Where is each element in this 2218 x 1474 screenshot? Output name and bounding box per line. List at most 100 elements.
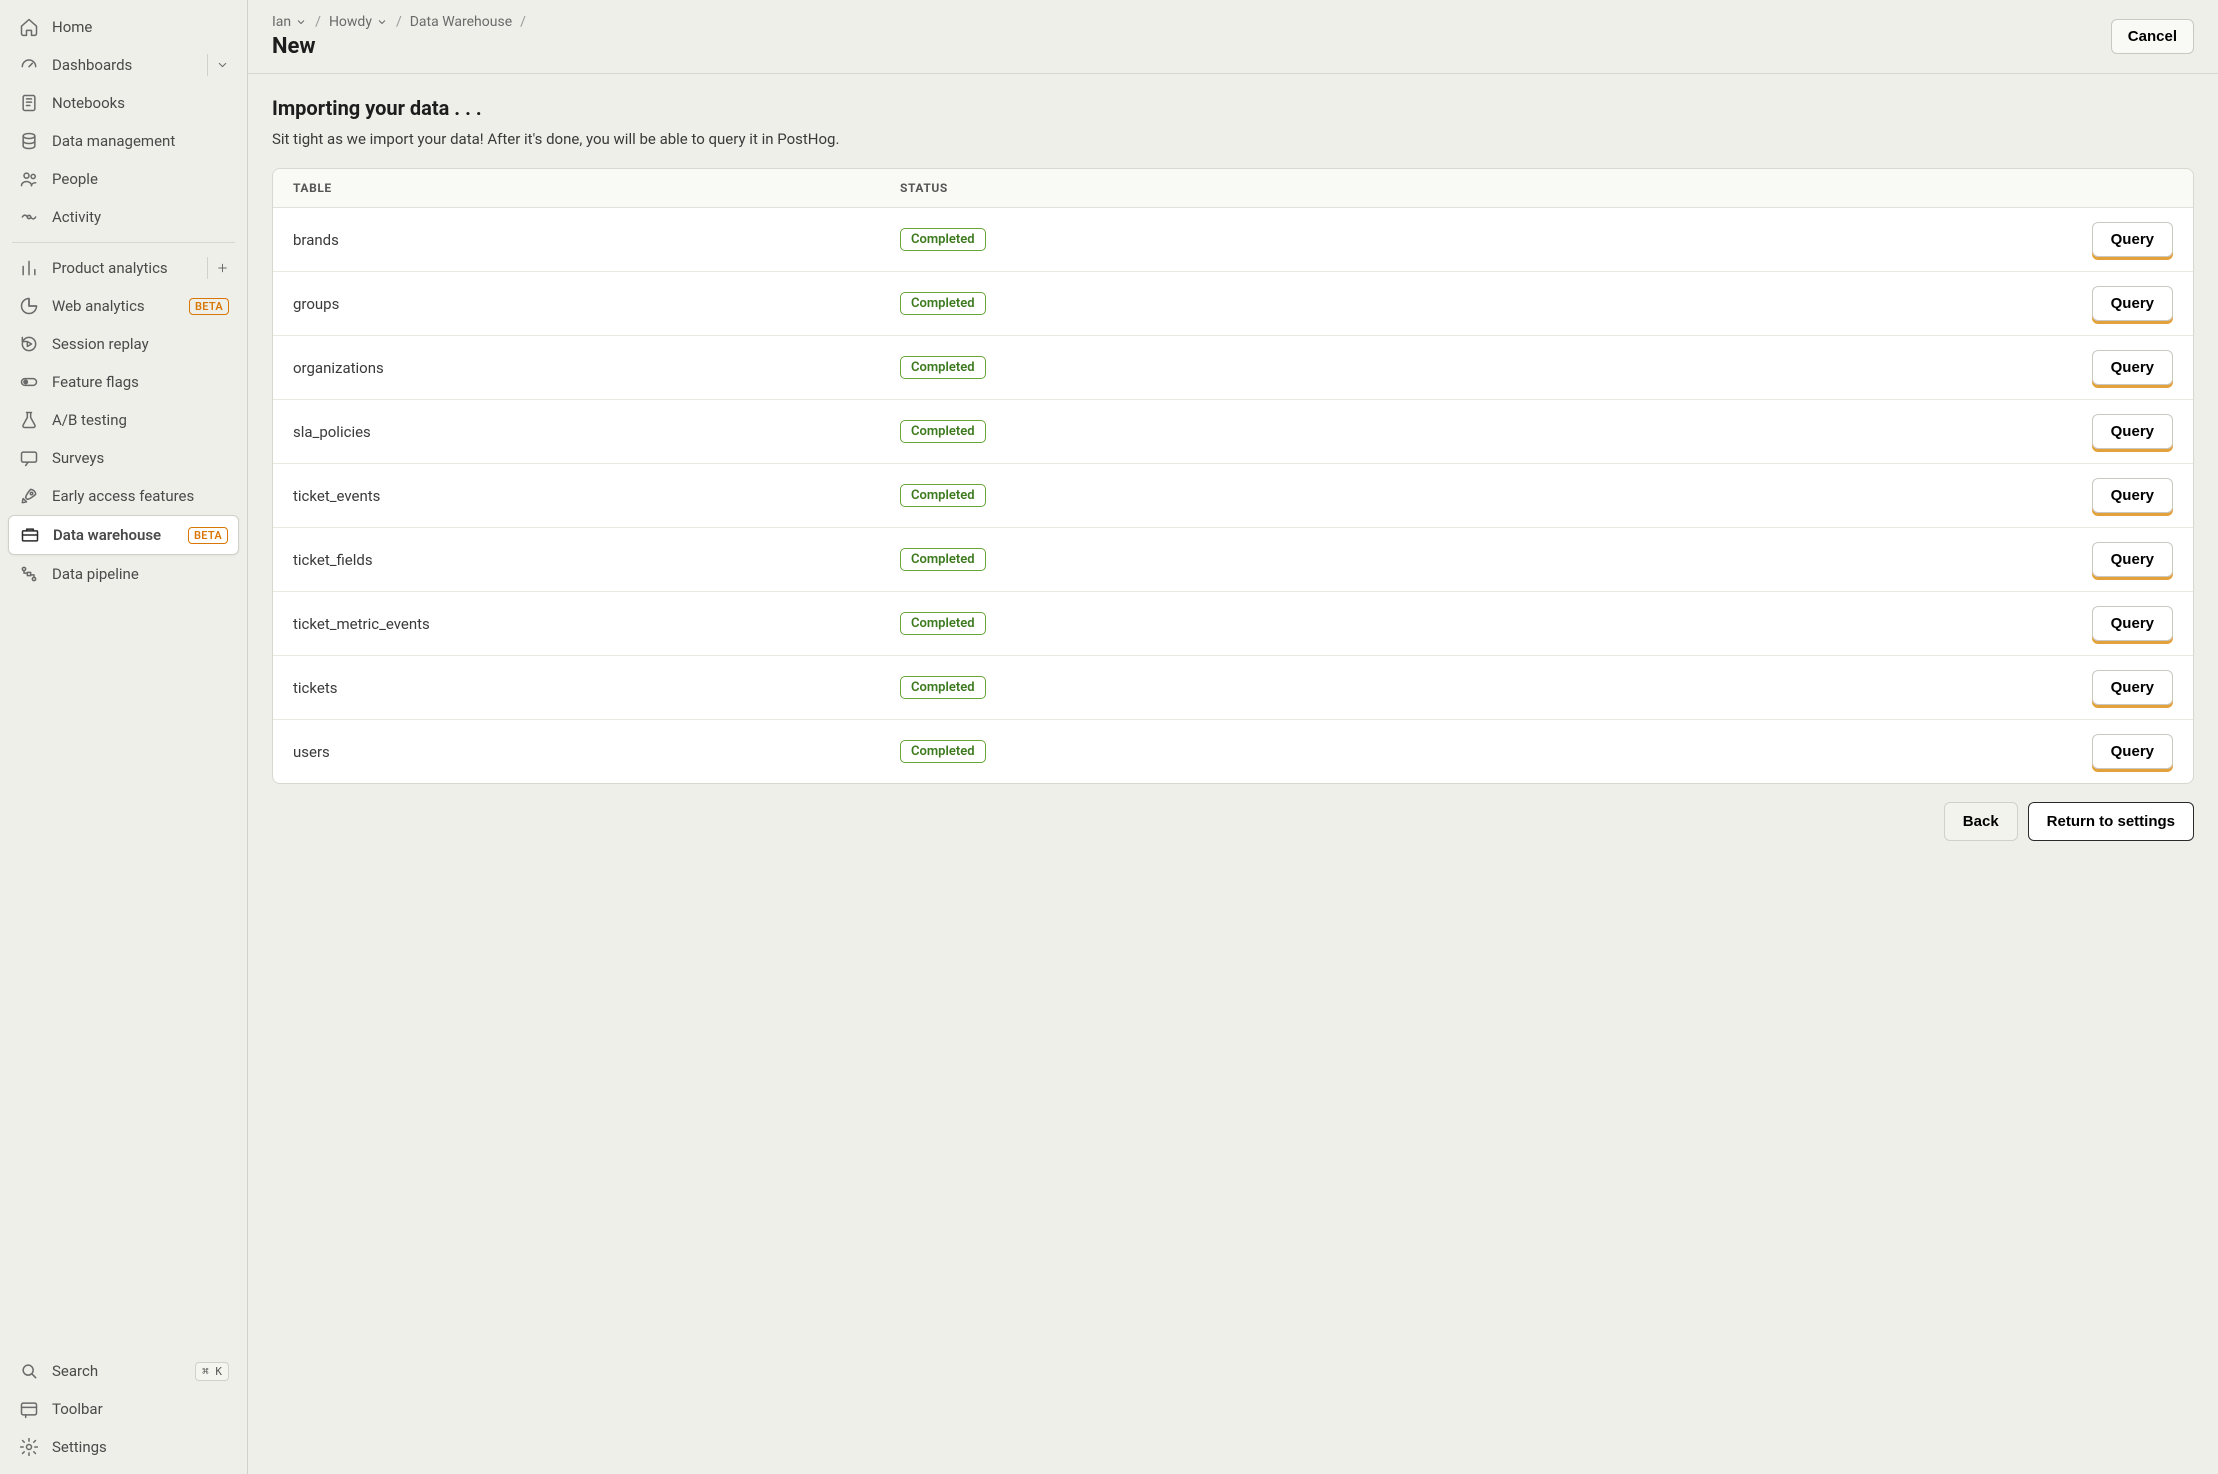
sidebar-item-label: Early access features [52, 487, 229, 505]
table-name-cell: ticket_events [293, 487, 900, 505]
sidebar-item-settings[interactable]: Settings [8, 1428, 239, 1466]
nav-divider [12, 242, 235, 243]
table-status-cell: Completed [900, 484, 1100, 507]
sidebar-item-label: Data warehouse [53, 526, 176, 544]
breadcrumb-item[interactable]: Ian [272, 14, 307, 30]
gear-icon [18, 1436, 40, 1458]
table-row: brandsCompletedQuery [273, 208, 2193, 272]
people-icon [18, 168, 40, 190]
main-area: Ian/Howdy/Data Warehouse/ New Cancel Imp… [248, 0, 2218, 1474]
query-button[interactable]: Query [2092, 542, 2173, 577]
sidebar-item-label: Feature flags [52, 373, 229, 391]
import-subtext: Sit tight as we import your data! After … [272, 130, 2194, 148]
sidebar-item-label: People [52, 170, 229, 188]
table-name-cell: users [293, 743, 900, 761]
table-name-cell: ticket_fields [293, 551, 900, 569]
breadcrumb-item[interactable]: Data Warehouse [410, 14, 512, 30]
query-button[interactable]: Query [2092, 286, 2173, 321]
sidebar-item-toolbar[interactable]: Toolbar [8, 1390, 239, 1428]
breadcrumb-separator: / [315, 14, 321, 30]
table-name-cell: organizations [293, 359, 900, 377]
sidebar-item-data-management[interactable]: Data management [8, 122, 239, 160]
table-status-cell: Completed [900, 420, 1100, 443]
status-badge: Completed [900, 356, 986, 379]
sidebar-item-surveys[interactable]: Surveys [8, 439, 239, 477]
sidebar-item-dashboards[interactable]: Dashboards [8, 46, 239, 84]
home-icon [18, 16, 40, 38]
sidebar-item-label: Toolbar [52, 1400, 229, 1418]
chevron-down-icon[interactable] [207, 54, 229, 76]
table-status-cell: Completed [900, 548, 1100, 571]
query-button[interactable]: Query [2092, 350, 2173, 385]
cancel-button[interactable]: Cancel [2111, 19, 2194, 54]
back-button[interactable]: Back [1944, 802, 2018, 841]
footer-actions: Back Return to settings [272, 802, 2194, 861]
sidebar-item-label: Search [52, 1362, 183, 1380]
sidebar: Home Dashboards Notebooks Data management Pe… [0, 0, 248, 1474]
sidebar-item-product-analytics[interactable]: Product analytics [8, 249, 239, 287]
sidebar-item-label: Activity [52, 208, 229, 226]
table-status-cell: Completed [900, 740, 1100, 763]
sidebar-item-early-access-features[interactable]: Early access features [8, 477, 239, 515]
toolbar-icon [18, 1398, 40, 1420]
return-to-settings-button[interactable]: Return to settings [2028, 802, 2194, 841]
chevron-down-icon [295, 16, 307, 28]
breadcrumb-separator: / [520, 14, 526, 30]
warehouse-icon [19, 524, 41, 546]
status-badge: Completed [900, 420, 986, 443]
pie-icon [18, 295, 40, 317]
query-button[interactable]: Query [2092, 414, 2173, 449]
table-row: groupsCompleted Query [273, 272, 2193, 336]
table-row: sla_policiesCompleted Query [273, 400, 2193, 464]
sidebar-item-people[interactable]: People [8, 160, 239, 198]
table-row: ticket_eventsCompleted Query [273, 464, 2193, 528]
table-name-cell: groups [293, 295, 900, 313]
table-status-cell: Completed [900, 292, 1100, 315]
sidebar-item-home[interactable]: Home [8, 8, 239, 46]
chat-icon [18, 447, 40, 469]
import-heading: Importing your data . . . [272, 96, 2194, 120]
status-badge: Completed [900, 548, 986, 571]
table-name-cell: ticket_metric_events [293, 615, 900, 633]
sidebar-item-label: Settings [52, 1438, 229, 1456]
status-badge: Completed [900, 612, 986, 635]
sidebar-item-a-b-testing[interactable]: A/B testing [8, 401, 239, 439]
sidebar-item-activity[interactable]: Activity [8, 198, 239, 236]
chevron-down-icon [376, 16, 388, 28]
sidebar-item-label: A/B testing [52, 411, 229, 429]
plus-icon[interactable] [207, 257, 229, 279]
import-table: TABLE STATUS brandsCompletedQuerygroupsC… [272, 168, 2194, 784]
query-button[interactable]: Query [2092, 222, 2173, 257]
status-badge: Completed [900, 740, 986, 763]
bars-icon [18, 257, 40, 279]
sidebar-item-label: Notebooks [52, 94, 229, 112]
status-badge: Completed [900, 228, 986, 251]
sidebar-item-label: Home [52, 18, 229, 36]
query-button[interactable]: Query [2092, 734, 2173, 769]
sidebar-item-notebooks[interactable]: Notebooks [8, 84, 239, 122]
query-button[interactable]: Query [2092, 606, 2173, 641]
keyboard-shortcut: ⌘ K [195, 1362, 229, 1381]
sidebar-item-session-replay[interactable]: Session replay [8, 325, 239, 363]
activity-icon [18, 206, 40, 228]
col-header-status: STATUS [900, 181, 1100, 195]
table-name-cell: tickets [293, 679, 900, 697]
breadcrumb: Ian/Howdy/Data Warehouse/ [272, 14, 526, 30]
sidebar-item-label: Session replay [52, 335, 229, 353]
sidebar-item-feature-flags[interactable]: Feature flags [8, 363, 239, 401]
sidebar-item-data-warehouse[interactable]: Data warehouse BETA [8, 515, 239, 555]
sidebar-item-search[interactable]: Search ⌘ K [8, 1352, 239, 1390]
query-button[interactable]: Query [2092, 478, 2173, 513]
table-name-cell: sla_policies [293, 423, 900, 441]
breadcrumb-item[interactable]: Howdy [329, 14, 388, 30]
query-button[interactable]: Query [2092, 670, 2173, 705]
search-icon [18, 1360, 40, 1382]
page-title: New [272, 34, 526, 59]
sidebar-item-web-analytics[interactable]: Web analyticsBETA [8, 287, 239, 325]
table-header: TABLE STATUS [273, 169, 2193, 208]
beta-badge: BETA [188, 527, 228, 544]
sidebar-item-data-pipeline[interactable]: Data pipeline [8, 555, 239, 593]
table-row: ticketsCompletedQuery [273, 656, 2193, 720]
replay-icon [18, 333, 40, 355]
table-row: ticket_fieldsCompleted Query [273, 528, 2193, 592]
